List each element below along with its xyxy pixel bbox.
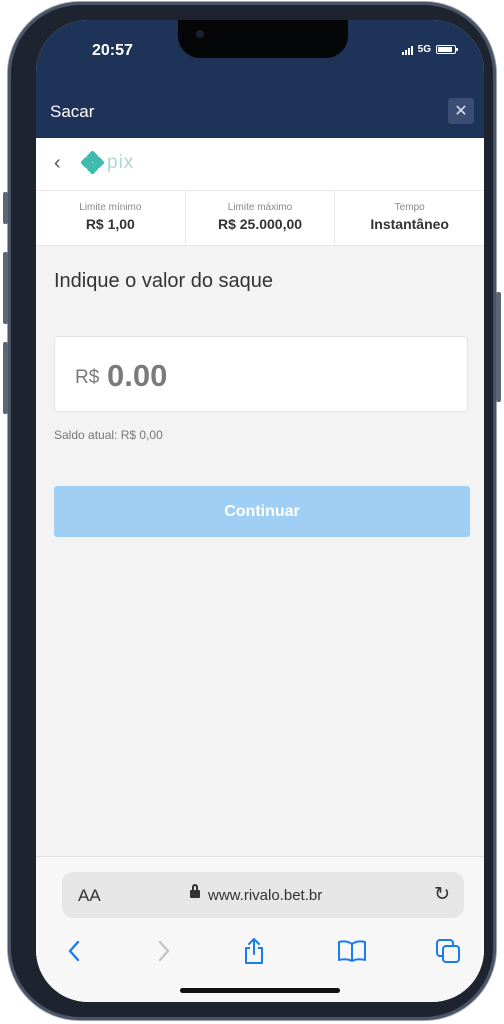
share-icon	[245, 938, 263, 964]
bookmarks-button[interactable]	[334, 933, 370, 969]
reload-icon[interactable]: ↻	[434, 883, 450, 906]
limit-label: Limite máximo	[227, 202, 293, 213]
forward-arrow-icon	[158, 940, 170, 962]
payment-method-bar: ‹ pix	[36, 138, 484, 191]
modal-title: Sacar	[50, 102, 95, 121]
tabs-icon	[436, 939, 460, 963]
system-icons: 5G	[401, 44, 458, 55]
limit-value: R$ 25.000,00	[217, 216, 303, 232]
browser-chrome: AA www.rivalo.bet.br ↻	[36, 856, 484, 1002]
browser-toolbar	[36, 933, 484, 973]
withdraw-prompt: Indique o valor do saque	[54, 270, 274, 292]
limit-label: Tempo	[394, 202, 425, 213]
amount-input[interactable]: R$ 0.00	[54, 336, 468, 412]
volume-up-button	[3, 252, 8, 324]
modal-header: Sacar ✕	[36, 84, 484, 138]
current-balance: Saldo atual: R$ 0,00	[54, 428, 163, 442]
battery-icon	[436, 45, 458, 54]
limit-value: R$ 1,00	[85, 216, 135, 232]
pix-diamond-icon	[80, 150, 105, 175]
status-bar: 20:57 5G	[36, 20, 484, 84]
limits-panel: Limite mínimo R$ 1,00 Limite máximo R$ 2…	[36, 191, 484, 246]
power-button	[496, 292, 501, 402]
share-button[interactable]	[236, 933, 272, 969]
close-icon: ✕	[454, 103, 468, 120]
signal-icon	[401, 45, 413, 55]
limit-max: Limite máximo R$ 25.000,00	[184, 191, 335, 245]
continue-button[interactable]: Continuar	[54, 486, 470, 537]
book-icon	[338, 940, 366, 962]
amount-value: 0.00	[107, 358, 168, 393]
volume-down-button	[3, 342, 8, 414]
limit-value: Instantâneo	[370, 216, 449, 232]
home-indicator	[180, 988, 340, 993]
text-size-button[interactable]: AA	[78, 886, 101, 906]
notch	[178, 20, 348, 58]
status-time: 20:57	[92, 42, 133, 59]
tabs-button[interactable]	[430, 933, 466, 969]
limit-label: Limite mínimo	[79, 202, 142, 213]
back-arrow-icon	[68, 940, 80, 962]
back-chevron-icon[interactable]: ‹	[54, 152, 61, 175]
network-type: 5G	[417, 44, 431, 55]
lock-icon	[190, 884, 200, 901]
pix-logo: pix	[80, 150, 135, 175]
front-camera	[196, 30, 204, 38]
mute-switch	[3, 192, 8, 224]
text-size-label: AA	[78, 886, 101, 905]
pix-logo-text: pix	[107, 152, 135, 173]
currency-prefix: R$	[75, 367, 100, 388]
url-text: www.rivalo.bet.br	[208, 887, 323, 904]
limit-time: Tempo Instantâneo	[334, 191, 484, 245]
limit-min: Limite mínimo R$ 1,00	[36, 191, 185, 245]
address-bar[interactable]: AA www.rivalo.bet.br ↻	[62, 872, 464, 918]
forward-button[interactable]	[146, 933, 182, 969]
screen: 20:57 5G Sacar ✕ ‹ pix Limite mínimo R$ …	[36, 20, 484, 1002]
back-button[interactable]	[56, 933, 92, 969]
close-button[interactable]: ✕	[448, 98, 474, 124]
phone-frame: 20:57 5G Sacar ✕ ‹ pix Limite mínimo R$ …	[3, 2, 501, 1020]
